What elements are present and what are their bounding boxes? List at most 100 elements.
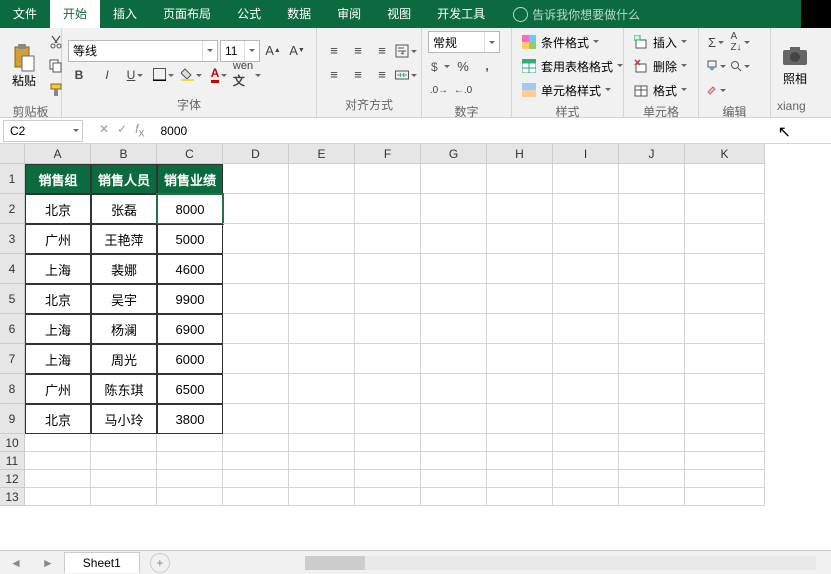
row-header[interactable]: 4	[0, 254, 25, 284]
cell[interactable]: 4600	[157, 254, 223, 284]
cell[interactable]	[619, 374, 685, 404]
cell[interactable]	[619, 470, 685, 488]
name-box[interactable]: C2	[3, 120, 83, 142]
tell-me[interactable]: 告诉我你想要做什么	[513, 6, 640, 23]
cell[interactable]	[487, 194, 553, 224]
cell[interactable]	[421, 470, 487, 488]
cell[interactable]	[289, 224, 355, 254]
cell[interactable]	[223, 284, 289, 314]
align-middle-button[interactable]: ≡	[347, 40, 369, 62]
row-header[interactable]: 6	[0, 314, 25, 344]
tab-file[interactable]: 文件	[0, 0, 50, 28]
select-all-corner[interactable]	[0, 144, 25, 164]
formula-input[interactable]: 8000	[154, 120, 831, 142]
italic-button[interactable]: I	[96, 64, 118, 86]
cell[interactable]	[355, 194, 421, 224]
tab-dev[interactable]: 开发工具	[424, 0, 498, 28]
cell[interactable]	[421, 284, 487, 314]
increase-decimal-button[interactable]: .0→	[428, 79, 450, 101]
underline-button[interactable]: U	[124, 64, 146, 86]
cell[interactable]	[487, 404, 553, 434]
cell[interactable]	[289, 194, 355, 224]
cell[interactable]	[355, 374, 421, 404]
cell[interactable]	[685, 254, 765, 284]
cell[interactable]	[355, 164, 421, 194]
cell[interactable]	[223, 470, 289, 488]
cell[interactable]	[685, 434, 765, 452]
cell[interactable]	[289, 434, 355, 452]
col-header[interactable]: I	[553, 144, 619, 164]
border-button[interactable]	[152, 64, 174, 86]
cell[interactable]: 上海	[25, 314, 91, 344]
cell[interactable]: 销售组	[25, 164, 91, 194]
align-bottom-button[interactable]: ≡	[371, 40, 393, 62]
cell[interactable]	[355, 452, 421, 470]
cell[interactable]: 6500	[157, 374, 223, 404]
cell[interactable]	[223, 194, 289, 224]
cell[interactable]	[289, 374, 355, 404]
cell[interactable]	[487, 470, 553, 488]
cell[interactable]: 北京	[25, 194, 91, 224]
cell[interactable]	[553, 284, 619, 314]
cell[interactable]	[421, 164, 487, 194]
conditional-format-button[interactable]: 条件格式	[518, 31, 626, 53]
fill-button[interactable]	[705, 55, 727, 77]
cell[interactable]	[553, 224, 619, 254]
cell[interactable]	[619, 194, 685, 224]
window-control[interactable]	[801, 0, 831, 28]
row-header[interactable]: 10	[0, 434, 25, 452]
cell[interactable]	[619, 224, 685, 254]
cell[interactable]	[355, 254, 421, 284]
percent-button[interactable]: %	[452, 55, 474, 77]
col-header[interactable]: F	[355, 144, 421, 164]
cell[interactable]	[421, 254, 487, 284]
clear-button[interactable]	[705, 79, 727, 101]
cell[interactable]: 吴宇	[91, 284, 157, 314]
cell[interactable]	[685, 164, 765, 194]
cell[interactable]	[619, 314, 685, 344]
cell[interactable]	[223, 344, 289, 374]
cell[interactable]	[487, 254, 553, 284]
cell[interactable]: 8000	[157, 194, 223, 224]
cell[interactable]	[487, 452, 553, 470]
col-header[interactable]: A	[25, 144, 91, 164]
row-header[interactable]: 2	[0, 194, 25, 224]
cell[interactable]	[421, 344, 487, 374]
cell[interactable]: 广州	[25, 224, 91, 254]
cancel-formula-button[interactable]: ✕	[99, 122, 109, 139]
cell[interactable]	[685, 404, 765, 434]
cell[interactable]	[421, 488, 487, 506]
cell[interactable]: 上海	[25, 344, 91, 374]
cell[interactable]	[619, 404, 685, 434]
align-top-button[interactable]: ≡	[323, 40, 345, 62]
cell[interactable]	[421, 194, 487, 224]
cell[interactable]	[25, 470, 91, 488]
sheet-tab[interactable]: Sheet1	[64, 552, 140, 573]
cell[interactable]: 3800	[157, 404, 223, 434]
cell[interactable]: 上海	[25, 254, 91, 284]
cell[interactable]	[487, 314, 553, 344]
comma-button[interactable]: ,	[476, 55, 498, 77]
cell[interactable]	[25, 452, 91, 470]
font-size-combo[interactable]: 11	[220, 40, 260, 62]
horizontal-scrollbar[interactable]	[305, 556, 816, 570]
paste-button[interactable]: 粘贴	[6, 31, 42, 101]
cell[interactable]	[487, 434, 553, 452]
grow-font-button[interactable]: A▲	[262, 40, 284, 62]
find-button[interactable]	[729, 55, 751, 77]
row-header[interactable]: 8	[0, 374, 25, 404]
row-header[interactable]: 12	[0, 470, 25, 488]
cell[interactable]: 杨澜	[91, 314, 157, 344]
cell[interactable]	[157, 488, 223, 506]
cell[interactable]	[157, 434, 223, 452]
cell[interactable]	[619, 452, 685, 470]
cell[interactable]: 9900	[157, 284, 223, 314]
cell[interactable]	[619, 254, 685, 284]
cell[interactable]	[157, 470, 223, 488]
cell[interactable]	[223, 254, 289, 284]
cell[interactable]	[685, 344, 765, 374]
cell[interactable]	[553, 452, 619, 470]
cell[interactable]	[421, 224, 487, 254]
cell[interactable]	[487, 224, 553, 254]
col-header[interactable]: H	[487, 144, 553, 164]
